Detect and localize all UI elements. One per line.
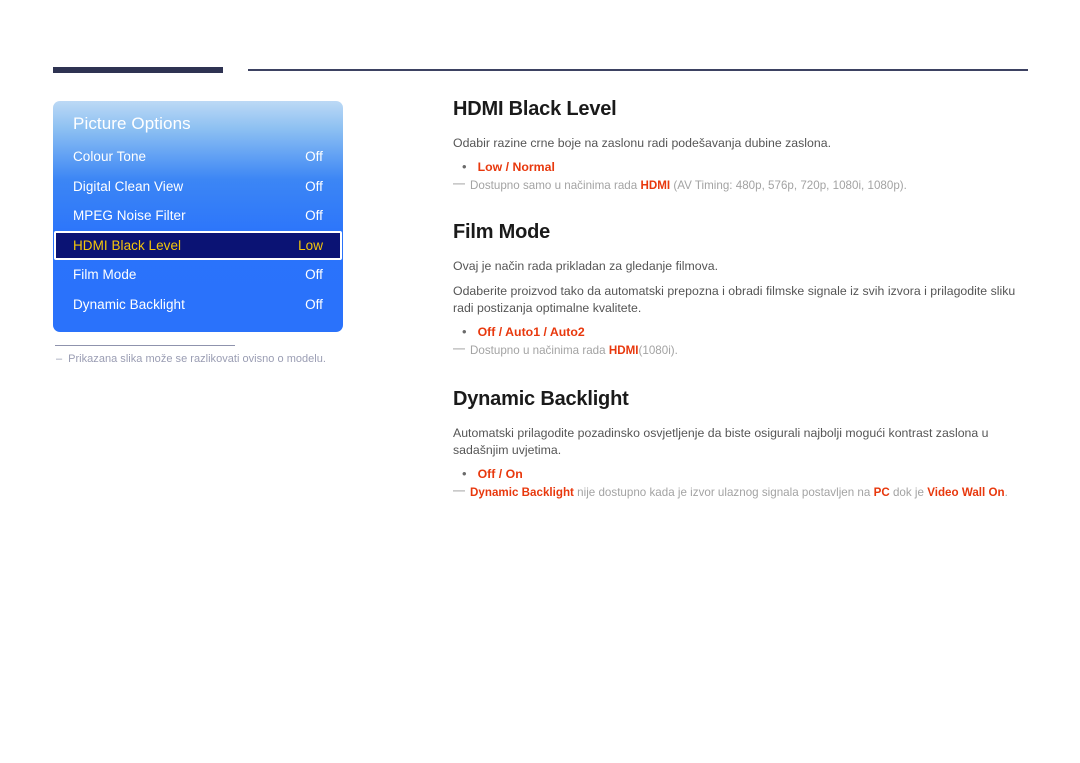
footnote-dash-icon: – [56,353,63,366]
section-paragraph: Odabir razine crne boje na zaslonu radi … [453,136,832,150]
bullet-icon: • [462,466,467,481]
osd-row-label: Dynamic Backlight [73,296,185,312]
osd-menu-list: Colour Tone Off Digital Clean View Off M… [53,142,343,319]
osd-row-label: Film Mode [73,267,137,283]
note-text-mid: dok je [889,486,928,499]
header-rule-thick [53,67,223,73]
note-highlight: Dynamic Backlight [470,486,574,499]
osd-row-film-mode[interactable]: Film Mode Off [53,260,343,290]
section-note: — Dynamic Backlight nije dostupno kada j… [453,483,1033,501]
section-dynamic-backlight: Dynamic Backlight Automatski prilagodite… [453,387,1033,501]
section-paragraph: Ovaj je način rada prikladan za gledanje… [453,259,719,273]
osd-row-label: MPEG Noise Filter [73,208,186,224]
section-paragraph: Automatski prilagodite pozadinsko osvjet… [453,426,989,457]
note-text: Dostupno u načinima rada HDMI(1080i). [470,343,678,359]
section-title: Film Mode [453,221,551,243]
note-highlight: HDMI [608,344,639,357]
note-text: Dostupno samo u načinima rada HDMI (AV T… [470,178,907,194]
osd-row-value: Off [305,208,323,224]
note-text-post: . [1004,486,1008,499]
note-highlight: PC [873,486,890,499]
osd-menu-panel: Picture Options Colour Tone Off Digital … [53,101,343,332]
section-options-text: Off / Auto1 / Auto2 [477,325,585,339]
note-dash-icon: — [453,341,466,355]
osd-row-digital-clean-view[interactable]: Digital Clean View Off [53,172,343,202]
osd-row-value: Off [305,149,323,165]
osd-row-value: Low [298,237,323,253]
section-title: Dynamic Backlight [453,388,629,410]
osd-row-label: HDMI Black Level [73,237,182,253]
section-title: HDMI Black Level [453,98,617,120]
note-text-mid: nije dostupno kada je izvor ulaznog sign… [573,486,874,499]
section-options-text: Off / On [477,467,523,481]
osd-row-value: Off [305,178,323,194]
note-text-post: (1080i). [638,344,678,357]
osd-row-dynamic-backlight[interactable]: Dynamic Backlight Off [53,290,343,320]
section-options: • Low / Normal [462,160,1033,174]
note-dash-icon: — [453,483,466,497]
section-film-mode: Film Mode Ovaj je način rada prikladan z… [453,220,1033,359]
bullet-icon: • [462,324,467,339]
osd-row-value: Off [305,296,323,312]
osd-row-value: Off [305,267,323,283]
note-text: Dynamic Backlight nije dostupno kada je … [470,485,1008,501]
footnote-divider [55,345,235,347]
section-paragraph: Odaberite proizvod tako da automatski pr… [453,284,1016,315]
osd-row-label: Digital Clean View [73,178,184,194]
right-column: HDMI Black Level Odabir razine crne boje… [453,97,1033,501]
osd-row-label: Colour Tone [73,149,147,165]
image-footnote: – Prikazana slika može se razlikovati ov… [56,353,343,365]
note-highlight: HDMI [640,179,671,192]
osd-row-colour-tone[interactable]: Colour Tone Off [53,142,343,172]
note-text-pre: Dostupno u načinima rada [470,344,609,357]
note-text-pre: Dostupno samo u načinima rada [470,179,641,192]
section-hdmi-black-level: HDMI Black Level Odabir razine crne boje… [453,97,1033,194]
osd-row-mpeg-noise-filter[interactable]: MPEG Noise Filter Off [53,201,343,231]
left-column: Picture Options Colour Tone Off Digital … [53,101,343,365]
header-rule-thin [248,69,1028,71]
section-options: • Off / On [462,467,1033,481]
section-note: — Dostupno u načinima rada HDMI(1080i). [453,341,1033,359]
note-text-post: (AV Timing: 480p, 576p, 720p, 1080i, 108… [670,179,907,192]
section-options: • Off / Auto1 / Auto2 [462,325,1033,339]
note-dash-icon: — [453,176,466,190]
osd-row-hdmi-black-level[interactable]: HDMI Black Level Low [54,230,342,260]
bullet-icon: • [462,159,467,174]
note-highlight: Video Wall On [927,486,1005,499]
osd-menu-title: Picture Options [73,114,191,133]
section-note: — Dostupno samo u načinima rada HDMI (AV… [453,176,1033,194]
footnote-text: Prikazana slika može se razlikovati ovis… [68,353,326,366]
section-options-text: Low / Normal [477,160,555,174]
